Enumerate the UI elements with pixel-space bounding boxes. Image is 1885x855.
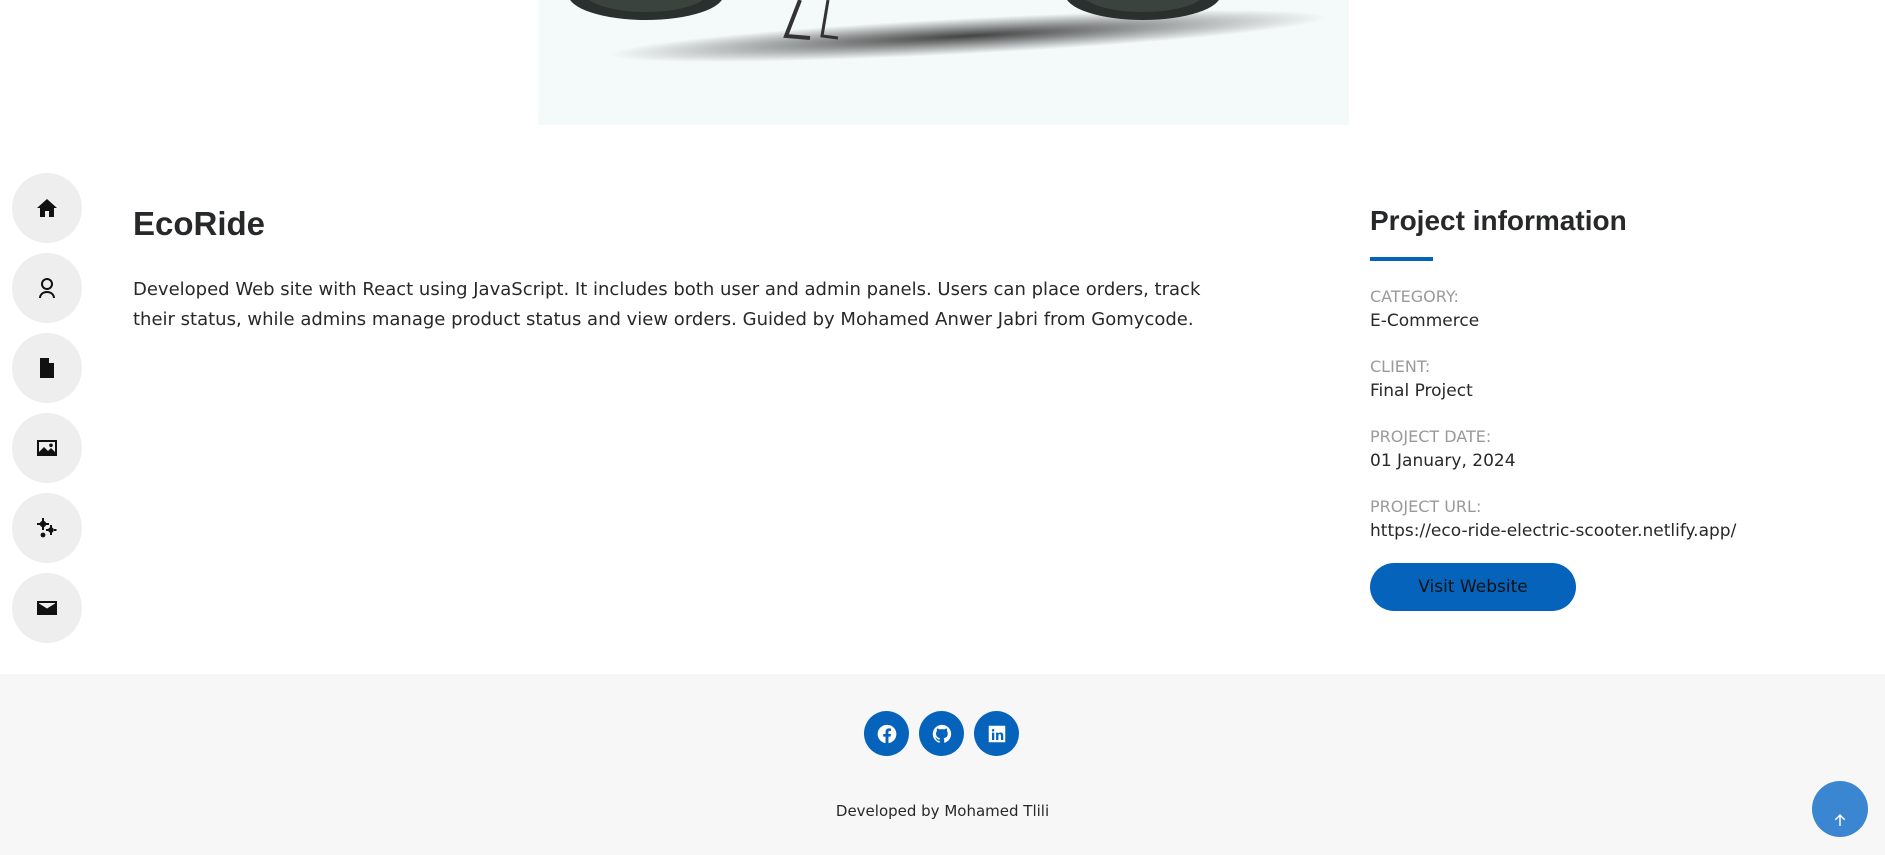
project-details: EcoRide Developed Web site with React us…	[133, 205, 1213, 335]
nav-resume-button[interactable]	[12, 333, 82, 403]
file-icon	[40, 358, 54, 378]
project-description: Developed Web site with React using Java…	[133, 279, 1201, 330]
info-label: PROJECT URL:	[1370, 497, 1482, 516]
page: EcoRide Developed Web site with React us…	[0, 0, 1885, 855]
image-icon	[37, 440, 57, 456]
github-link[interactable]	[919, 711, 964, 756]
info-value: 01 January, 2024	[1370, 451, 1516, 471]
home-icon	[37, 199, 57, 217]
gears-icon	[37, 518, 57, 538]
envelope-icon	[37, 601, 57, 615]
footer: Developed by Mohamed Tlili	[0, 674, 1885, 855]
info-category: CATEGORY: E-Commerce	[1370, 287, 1810, 331]
info-value: Final Project	[1370, 381, 1473, 401]
nav-services-button[interactable]	[12, 493, 82, 563]
visit-website-button[interactable]: Visit Website	[1370, 563, 1576, 611]
credits-prefix: Developed by	[835, 802, 945, 820]
linkedin-icon	[988, 725, 1005, 742]
hero-image	[538, 0, 1349, 125]
info-label: CATEGORY:	[1370, 287, 1459, 306]
nav-home-button[interactable]	[12, 173, 82, 243]
info-project-url: PROJECT URL: https://eco-ride-electric-s…	[1370, 497, 1810, 541]
arrow-up-icon	[1834, 814, 1846, 826]
project-url-link[interactable]: https://eco-ride-electric-scooter.netlif…	[1370, 521, 1810, 541]
project-info-panel: Project information CATEGORY: E-Commerce…	[1370, 205, 1810, 611]
back-to-top-button[interactable]	[1812, 781, 1868, 837]
facebook-icon	[877, 724, 896, 743]
info-client: CLIENT: Final Project	[1370, 357, 1810, 401]
nav-contact-button[interactable]	[12, 573, 82, 643]
social-links	[864, 711, 1019, 756]
credits-author: Mohamed Tlili	[944, 802, 1050, 820]
linkedin-link[interactable]	[974, 711, 1019, 756]
project-info-title: Project information	[1370, 205, 1627, 236]
github-icon	[932, 724, 951, 743]
facebook-link[interactable]	[864, 711, 909, 756]
info-project-date: PROJECT DATE: 01 January, 2024	[1370, 427, 1810, 471]
info-value: E-Commerce	[1370, 311, 1480, 331]
footer-credits: Developed by Mohamed Tlili	[0, 802, 1885, 820]
nav-portfolio-button[interactable]	[12, 413, 82, 483]
side-nav	[12, 173, 82, 643]
nav-about-button[interactable]	[12, 253, 82, 323]
title-underline	[1370, 257, 1433, 261]
info-label: PROJECT DATE:	[1370, 427, 1492, 446]
info-label: CLIENT:	[1370, 357, 1431, 376]
project-title: EcoRide	[133, 205, 266, 242]
user-icon	[39, 278, 55, 298]
